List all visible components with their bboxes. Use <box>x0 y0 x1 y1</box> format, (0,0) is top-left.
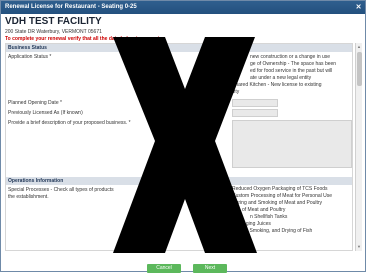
process-option[interactable]: Curing, Smoking, and Drying of Fish <box>232 228 312 234</box>
dialog-title: Renewal License for Restaurant - Seating… <box>5 4 137 10</box>
special-processes-label-line2: the establishment. <box>8 194 49 200</box>
process-option[interactable]: Custom Processing of Meat for Personal U… <box>232 193 332 199</box>
scroll-down-icon[interactable]: ▼ <box>356 244 362 250</box>
dialog-titlebar: Renewal License for Restaurant - Seating… <box>1 1 365 14</box>
business-description-textarea[interactable] <box>232 120 352 168</box>
form-scroll-area[interactable]: Business Status Application Status * new… <box>5 43 353 251</box>
dialog-footer: Cancel Next <box>1 259 365 273</box>
process-option[interactable]: Curing and Smoking of Meat and Poultry <box>232 200 322 206</box>
planned-opening-date-input[interactable] <box>232 99 278 107</box>
section-header-business-status: Business Status <box>6 44 352 52</box>
process-option[interactable]: n Shellfish Tanks <box>250 214 287 220</box>
facility-name: VDH TEST FACILITY <box>5 16 102 27</box>
close-icon[interactable]: ✕ <box>354 3 363 12</box>
instruction-text: To complete your renewal verify that all… <box>5 36 164 42</box>
scrollbar-thumb[interactable] <box>357 52 362 86</box>
scroll-up-icon[interactable]: ▲ <box>356 44 362 50</box>
status-option[interactable]: ate under a new legal entity <box>250 75 311 81</box>
vertical-scrollbar[interactable]: ▲ ▼ <box>355 43 362 251</box>
renewal-dialog: Renewal License for Restaurant - Seating… <box>0 0 366 273</box>
status-option[interactable]: ge of Ownership - The space has been <box>250 61 336 67</box>
section-header-operations: Operations Information <box>6 177 352 185</box>
planned-opening-label: Planned Opening Date * <box>8 100 62 106</box>
special-processes-label-tail: that will occur at <box>174 187 210 193</box>
special-processes-label: Special Processes - Check all types of p… <box>8 187 114 193</box>
facility-address: 200 State DR Waterbury, VERMONT 05671 <box>5 29 102 35</box>
status-option[interactable]: ility <box>232 89 239 95</box>
application-status-label: Application Status * <box>8 54 52 60</box>
process-option[interactable]: Reduced Oxygen Packaging of TCS Foods <box>232 186 328 192</box>
process-option[interactable]: of Meat and Poultry <box>242 207 285 213</box>
description-label: Provide a brief description of your prop… <box>8 120 131 126</box>
status-option[interactable]: new construction or a change in use <box>250 54 330 60</box>
process-option[interactable]: Packaging Juices <box>232 221 271 227</box>
previously-licensed-input[interactable] <box>232 109 278 117</box>
previously-licensed-label: Previously Licensed As (If known) <box>8 110 83 116</box>
status-option[interactable]: ed for food service in the past but will <box>250 68 332 74</box>
status-option[interactable]: Shared Kitchen - New license to existing <box>232 82 322 88</box>
